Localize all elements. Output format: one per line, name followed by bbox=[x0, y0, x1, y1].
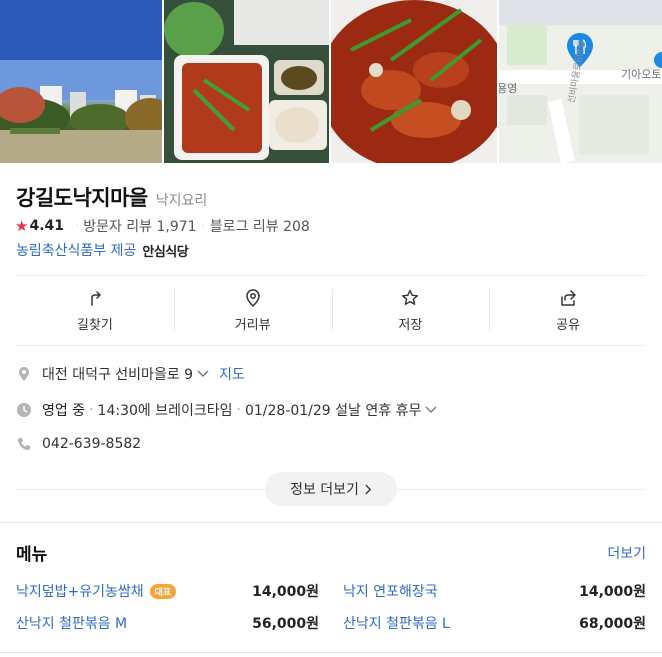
divider bbox=[16, 345, 646, 346]
map-label-left: 용영 bbox=[499, 82, 518, 95]
star-icon: ★ bbox=[15, 217, 29, 235]
cert-provider-link[interactable]: 농림축산식품부 제공 bbox=[16, 240, 136, 260]
address-text[interactable]: 대전 대덕구 선비마을로 9 bbox=[42, 364, 193, 384]
menu-item-price: 56,000원 bbox=[252, 616, 319, 632]
phone-row: 042-639-8582 bbox=[16, 436, 141, 452]
break-time: 14:30에 브레이크타임 bbox=[97, 403, 233, 419]
address-row: 대전 대덕구 선비마을로 9 지도 bbox=[16, 364, 245, 384]
separator-dot: · bbox=[75, 220, 79, 232]
safe-restaurant-badge: 안심식당 bbox=[142, 244, 189, 260]
menu-item[interactable]: 낙지 연포해장국 14,000원 bbox=[343, 581, 646, 601]
section-divider bbox=[0, 522, 662, 523]
location-pin-icon bbox=[16, 366, 32, 382]
menu-item-price: 14,000원 bbox=[252, 584, 319, 600]
place-category: 낙지요리 bbox=[155, 193, 208, 209]
share-label: 공유 bbox=[556, 317, 581, 333]
rating-row: ★ 4.41 · 방문자 리뷰 1,971 · 블로그 리뷰 208 bbox=[15, 216, 310, 236]
photo-map-thumbnail[interactable]: 용영 기아오토 선비마을로6번길 bbox=[499, 0, 662, 163]
save-label: 저장 bbox=[398, 317, 423, 333]
more-info-label: 정보 더보기 bbox=[290, 482, 359, 498]
street-view-label: 거리뷰 bbox=[234, 317, 271, 333]
separator-dot: · bbox=[236, 402, 241, 418]
map-label-right: 기아오토 bbox=[621, 68, 662, 81]
place-title-row: 강길도낙지마을 낙지요리 bbox=[16, 182, 207, 212]
chevron-down-icon[interactable] bbox=[425, 403, 437, 417]
certification-row: 농림축산식품부 제공 안심식당 bbox=[16, 240, 189, 260]
visitor-reviews-link[interactable]: 방문자 리뷰 1,971 bbox=[83, 216, 196, 236]
phone-icon bbox=[16, 436, 32, 452]
menu-item-name: 산낙지 철판볶음 M bbox=[16, 616, 128, 632]
menu-item-price: 68,000원 bbox=[579, 616, 646, 632]
signature-badge: 대표 bbox=[149, 583, 177, 599]
place-name: 강길도낙지마을 bbox=[16, 186, 148, 210]
save-button[interactable]: 저장 bbox=[331, 283, 490, 337]
star-outline-icon bbox=[402, 289, 419, 305]
photo-strip: 용영 기아오토 선비마을로6번길 bbox=[0, 0, 662, 163]
rating-value: 4.41 bbox=[29, 218, 64, 234]
separator-dot: · bbox=[201, 220, 205, 232]
menu-item-price: 14,000원 bbox=[579, 584, 646, 600]
street-view-button[interactable]: 거리뷰 bbox=[173, 283, 332, 337]
menu-section-title: 메뉴 bbox=[16, 545, 48, 565]
menu-item[interactable]: 산낙지 철판볶음 L 68,000원 bbox=[343, 613, 646, 633]
share-icon bbox=[561, 289, 576, 306]
photo-takeout-food[interactable] bbox=[164, 0, 329, 163]
separator-dot: · bbox=[89, 402, 94, 418]
menu-item[interactable]: 낙지덮밥+유기농쌈채 대표 14,000원 bbox=[16, 581, 319, 601]
business-status: 영업 중 bbox=[42, 403, 86, 419]
blog-reviews-link[interactable]: 블로그 리뷰 208 bbox=[210, 216, 310, 236]
divider bbox=[16, 275, 646, 276]
more-info-button[interactable]: 정보 더보기 bbox=[265, 472, 397, 506]
menu-item[interactable]: 산낙지 철판볶음 M 56,000원 bbox=[16, 613, 319, 633]
chevron-down-icon[interactable] bbox=[197, 367, 209, 381]
chevron-right-icon bbox=[365, 484, 372, 494]
map-link[interactable]: 지도 bbox=[219, 364, 245, 384]
action-bar: 길찾기 거리뷰 저장 공유 bbox=[16, 283, 647, 337]
directions-label: 길찾기 bbox=[76, 317, 113, 333]
divider bbox=[0, 652, 662, 653]
clock-icon bbox=[16, 402, 32, 418]
hours-row: 영업 중 · 14:30에 브레이크타임 · 01/28-01/29 설날 연휴… bbox=[16, 400, 437, 420]
directions-button[interactable]: 길찾기 bbox=[16, 283, 174, 337]
holiday-notice: 01/28-01/29 설날 연휴 휴무 bbox=[244, 403, 422, 419]
phone-number[interactable]: 042-639-8582 bbox=[42, 436, 141, 452]
directions-icon bbox=[91, 290, 101, 306]
menu-more-link[interactable]: 더보기 bbox=[607, 543, 646, 563]
menu-item-name: 낙지 연포해장국 bbox=[343, 584, 438, 600]
location-pin-icon bbox=[245, 288, 260, 307]
photo-octopus-dish[interactable] bbox=[331, 0, 497, 163]
share-button[interactable]: 공유 bbox=[489, 283, 647, 337]
photo-park-apartments[interactable] bbox=[0, 0, 162, 163]
menu-item-name: 산낙지 철판볶음 L bbox=[343, 616, 450, 632]
menu-item-name: 낙지덮밥+유기농쌈채 bbox=[16, 584, 144, 600]
